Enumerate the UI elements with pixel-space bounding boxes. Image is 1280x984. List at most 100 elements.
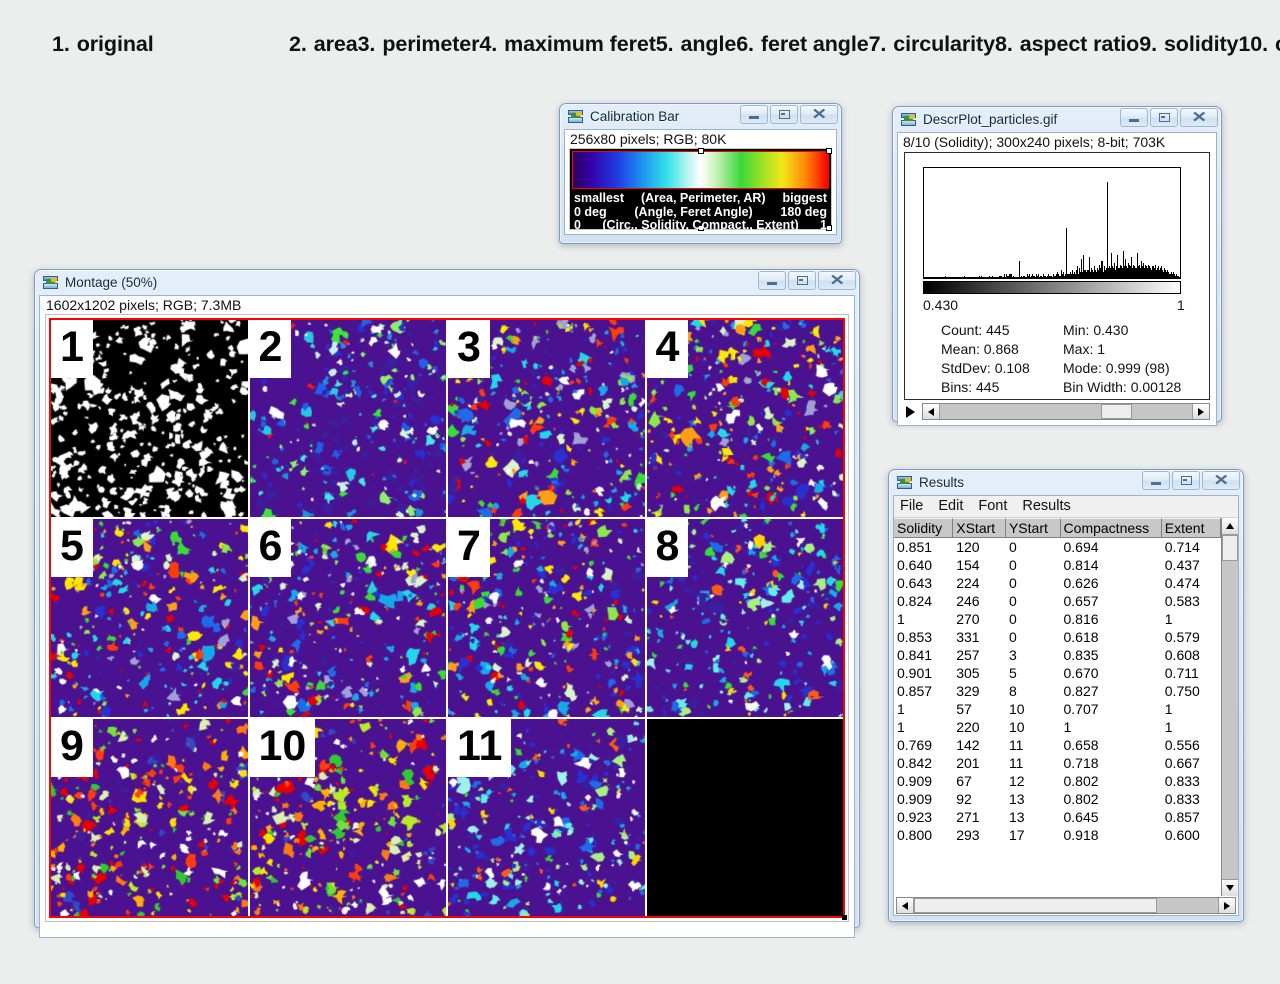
scroll-down-icon[interactable] [1222,879,1238,896]
histogram-canvas[interactable]: 0.430 1 Count: 445 Min: 0.430 Mean: 0.86… [904,152,1210,400]
cell-xstart: 305 [956,665,980,681]
scroll-up-icon[interactable] [1222,518,1238,535]
scroll-left-icon[interactable] [923,404,940,419]
montage-cell-11[interactable]: 11 [448,718,645,916]
resize-handle[interactable] [842,915,847,920]
table-row[interactable]: 0.800 293 17 0.918 0.600 [894,826,1221,844]
horizontal-scrollbar[interactable] [896,897,1236,914]
minimize-button[interactable] [740,105,768,124]
maximize-button[interactable] [788,271,816,290]
scroll-right-icon[interactable] [1192,404,1209,419]
calibration-canvas[interactable]: smallest (Area, Perimeter, AR) biggest 0… [569,148,832,232]
montage-cell-7[interactable]: 7 [448,519,645,717]
montage-cell-5[interactable]: 5 [51,519,248,717]
histogram-axis-max: 1 [1177,297,1185,313]
scroll-thumb[interactable] [914,898,1158,913]
table-row[interactable]: 0.643 224 0 0.626 0.474 [894,574,1221,592]
descrplot-titlebar[interactable]: DescrPlot_particles.gif ✕ [893,107,1221,132]
montage-cell-3[interactable]: 3 [448,320,645,518]
montage-cell-9[interactable]: 9 [51,718,248,916]
cell-extent: 1 [1164,701,1173,717]
legend-item: 7. circularity [869,28,996,60]
scroll-left-icon[interactable] [897,898,914,913]
column-header-extent[interactable]: Extent [1161,518,1222,538]
stat-count: Count: 445 [941,322,1010,338]
close-button[interactable]: ✕ [800,105,838,124]
close-button[interactable]: ✕ [818,271,856,290]
vertical-scrollbar[interactable] [1221,518,1238,896]
scroll-track[interactable] [940,404,1192,419]
table-row[interactable]: 0.909 92 13 0.802 0.833 [894,790,1221,808]
minimize-button[interactable] [1142,471,1170,490]
cell-xstart: 271 [956,809,980,825]
menu-results[interactable]: Results [1022,498,1079,514]
table-body[interactable]: 0.851 120 0 0.694 0.714 0.640 154 0 0.814 0.437 0.… [894,538,1221,896]
calibration-bar-window[interactable]: Calibration Bar ✕ 256x80 pixels; RGB; 80… [559,103,842,244]
column-header-ystart[interactable]: YStart [1005,518,1061,538]
scroll-thumb[interactable] [1101,404,1132,419]
minimize-button[interactable] [1120,108,1148,127]
table-row[interactable]: 0.769 142 11 0.658 0.556 [894,736,1221,754]
legend-item: 2. area [289,28,358,60]
scroll-thumb-vertical[interactable] [1222,535,1238,561]
montage-cell-empty[interactable] [646,718,843,916]
calibration-row-right: 1 [820,218,827,232]
table-row[interactable]: 0.824 246 0 0.657 0.583 [894,592,1221,610]
table-row[interactable]: 1 220 10 1 1 [894,718,1221,736]
table-row[interactable]: 0.923 271 13 0.645 0.857 [894,808,1221,826]
scroll-track-vertical[interactable] [1222,535,1238,879]
table-row[interactable]: 0.851 120 0 0.694 0.714 [894,538,1221,556]
descrplot-window[interactable]: DescrPlot_particles.gif ✕ 8/10 (Solidity… [892,106,1222,426]
cell-solidity: 0.841 [897,647,933,663]
menu-file[interactable]: File [900,498,932,514]
table-row[interactable]: 0.857 329 8 0.827 0.750 [894,682,1221,700]
column-header-compactness[interactable]: Compactness [1060,518,1162,538]
stat-mode: Mode: 0.999 (98) [1063,360,1170,376]
results-table: Solidity XStart YStart Compactness Exten… [894,518,1222,896]
column-header-xstart[interactable]: XStart [953,518,1006,538]
cell-extent: 0.600 [1164,827,1200,843]
selection-handle-topright[interactable] [826,148,832,154]
menu-font[interactable]: Font [978,498,1016,514]
maximize-button[interactable] [1172,471,1200,490]
cell-ystart: 0 [1008,557,1017,573]
table-row[interactable]: 1 270 0 0.816 1 [894,610,1221,628]
montage-cell-2[interactable]: 2 [249,320,446,518]
montage-cell-6[interactable]: 6 [249,519,446,717]
montage-cell-8[interactable]: 8 [646,519,843,717]
table-row[interactable]: 0.841 257 3 0.835 0.608 [894,646,1221,664]
results-table-wrap: Solidity XStart YStart Compactness Exten… [894,518,1238,896]
legend-label: aspect ratio [1019,31,1140,56]
table-row[interactable]: 0.853 331 0 0.618 0.579 [894,628,1221,646]
montage-cell-number: 2 [249,320,292,378]
play-icon[interactable] [906,405,915,418]
montage-cell-4[interactable]: 4 [646,320,843,518]
table-row[interactable]: 1 57 10 0.707 1 [894,700,1221,718]
maximize-button[interactable] [1150,108,1178,127]
table-row[interactable]: 0.842 201 11 0.718 0.667 [894,754,1221,772]
montage-cell-number: 4 [646,320,689,378]
maximize-button[interactable] [770,105,798,124]
close-button[interactable]: ✕ [1180,108,1218,127]
legend-number: 6. [736,31,754,56]
montage-cell-1[interactable]: 1 [51,320,248,518]
table-row[interactable]: 0.909 67 12 0.802 0.833 [894,772,1221,790]
calibration-row: 0 deg (Angle, Feret Angle) 180 deg [574,205,827,220]
montage-titlebar[interactable]: Montage (50%) ✕ [35,270,859,295]
minimize-button[interactable] [758,271,786,290]
menu-edit[interactable]: Edit [938,498,972,514]
calibration-titlebar[interactable]: Calibration Bar ✕ [560,104,841,129]
scroll-right-icon[interactable] [1218,898,1235,913]
table-row[interactable]: 0.901 305 5 0.670 0.711 [894,664,1221,682]
montage-cell-10[interactable]: 10 [249,718,446,916]
scroll-track[interactable] [914,898,1218,913]
horizontal-scrollbar[interactable] [922,403,1210,420]
results-titlebar[interactable]: Results ✕ [889,470,1243,495]
close-button[interactable]: ✕ [1202,471,1240,490]
results-window[interactable]: Results ✕ File Edit Font Results Solidit… [888,469,1244,922]
montage-window[interactable]: Montage (50%) ✕ 1602x1202 pixels; RGB; 7… [34,269,860,938]
montage-canvas[interactable]: 1 2 3 4 5 6 7 8 9 10 11 [45,314,849,922]
table-row[interactable]: 0.640 154 0 0.814 0.437 [894,556,1221,574]
selection-handle-top[interactable] [698,148,704,154]
column-header-solidity[interactable]: Solidity [894,518,954,538]
